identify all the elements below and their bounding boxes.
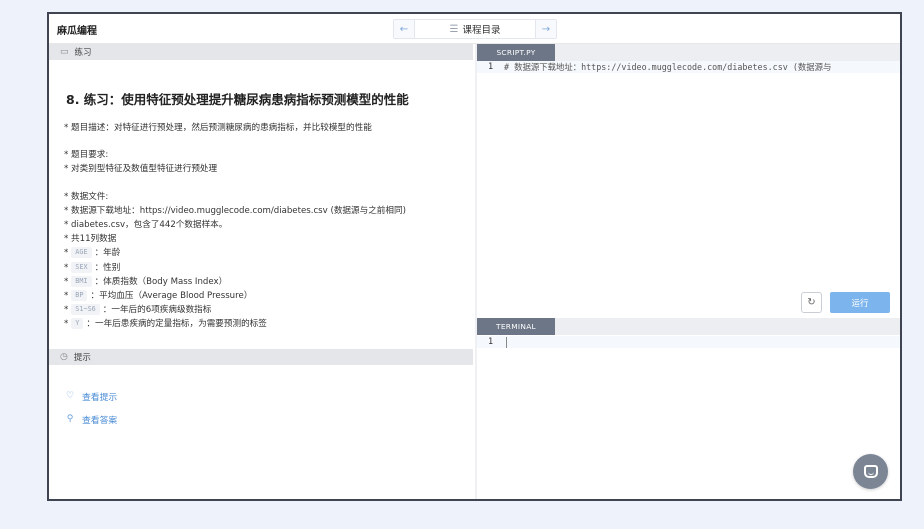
left-panel: ▭ 练习 8. 练习：使用特征预处理提升糖尿病患病指标预测模型的性能 * 题目描… <box>49 44 473 499</box>
description-line: * BP ：平均血压（Average Blood Pressure） <box>64 289 406 303</box>
terminal-active-line <box>477 336 900 348</box>
prev-button[interactable]: ← <box>394 20 414 38</box>
exercise-header: ▭ 练习 <box>49 44 473 60</box>
description-text: ：年龄 <box>94 248 121 259</box>
bullet: * <box>64 290 69 301</box>
description-line: * 共11列数据 <box>64 232 406 246</box>
description-text: * 对类别型特征及数值型特征进行预处理 <box>64 164 218 175</box>
terminal-area[interactable] <box>477 335 900 499</box>
field-code: S1~S6 <box>71 304 100 316</box>
description-line: * 数据文件: <box>64 190 406 204</box>
description-text: ：体质指数（Body Mass Index） <box>94 276 228 287</box>
key-icon: ⚲ <box>66 414 74 424</box>
field-code: BMI <box>71 275 92 287</box>
editor-line-number: 1 <box>488 62 494 72</box>
arrow-right-icon: → <box>541 23 551 35</box>
description-text: * 题目要求: <box>64 150 109 161</box>
description-line: * diabetes.csv，包含了442个数据样本。 <box>64 218 406 232</box>
field-code: BP <box>71 289 88 301</box>
course-menu-label: 课程目录 <box>462 25 501 36</box>
terminal-line-number: 1 <box>488 337 494 347</box>
description-text: * 数据文件: <box>64 191 109 202</box>
view-hint-label: 查看提示 <box>82 392 118 403</box>
description-line: * 数据源下载地址：https://video.mugglecode.com/d… <box>64 204 406 218</box>
tab-terminal[interactable]: TERMINAL <box>477 318 555 335</box>
lightbulb-icon: ♡ <box>65 391 75 401</box>
description-text: * diabetes.csv，包含了442个数据样本。 <box>64 219 228 230</box>
bullet: * <box>64 276 69 287</box>
view-answer-link[interactable]: ⚲ 查看答案 <box>65 412 118 426</box>
code-line[interactable]: # 数据源下载地址：https://video.mugglecode.com/d… <box>504 61 898 73</box>
chat-icon <box>863 465 878 478</box>
bullet: * <box>64 305 69 316</box>
description-line: * AGE ：年龄 <box>64 246 406 260</box>
field-code: Y <box>71 318 84 330</box>
view-hint-link[interactable]: ♡ 查看提示 <box>65 389 117 403</box>
description-line: * Y ：一年后患疾病的定量指标，为需要预测的标签 <box>64 317 406 331</box>
exercise-title: 8. 练习：使用特征预处理提升糖尿病患病指标预测模型的性能 <box>66 92 409 107</box>
hint-links: ♡ 查看提示 ⚲ 查看答案 <box>65 389 117 435</box>
field-code: SEX <box>71 261 92 273</box>
brand-title: 麻瓜编程 <box>57 26 97 37</box>
bullet: * <box>64 248 69 259</box>
exercise-icon: ▭ <box>60 47 69 57</box>
description-line <box>64 135 406 148</box>
tab-script-py[interactable]: SCRIPT.PY <box>477 44 555 61</box>
app-window: 麻瓜编程 ← ☰ 课程目录 → ▭ 练习 8. 练习：使用特征预处理提升糖尿病患… <box>47 12 902 501</box>
exercise-header-label: 练习 <box>74 48 92 58</box>
next-button[interactable]: → <box>536 20 556 38</box>
reset-button[interactable]: ↻ <box>801 292 822 313</box>
description-text: * 数据源下载地址：https://video.mugglecode.com/d… <box>64 205 406 216</box>
description-line: * 对类别型特征及数值型特征进行预处理 <box>64 162 406 176</box>
description-line: * BMI ：体质指数（Body Mass Index） <box>64 275 406 289</box>
exercise-description: * 题目描述：对特征进行预处理，然后预测糖尿病的患病指标，并比较模型的性能 * 题… <box>64 121 406 331</box>
description-text: ：性别 <box>94 262 121 273</box>
description-text: ：一年后的6项疾病级数指标 <box>102 305 212 316</box>
chat-button[interactable] <box>853 454 888 489</box>
description-text: ：一年后患疾病的定量指标，为需要预测的标签 <box>86 319 267 330</box>
description-line: * 题目描述：对特征进行预处理，然后预测糖尿病的患病指标，并比较模型的性能 <box>64 121 406 135</box>
arrow-left-icon: ← <box>399 23 409 35</box>
description-line: * SEX ：性别 <box>64 261 406 275</box>
description-text: ：平均血压（Average Blood Pressure） <box>90 290 253 301</box>
bullet: * <box>64 262 69 273</box>
clock-icon: ◷ <box>60 352 68 362</box>
list-icon: ☰ <box>449 23 459 35</box>
hint-header: ◷ 提示 <box>49 349 473 365</box>
terminal-cursor <box>506 337 507 348</box>
view-answer-label: 查看答案 <box>82 415 118 426</box>
hint-header-label: 提示 <box>73 353 91 363</box>
description-line: * S1~S6 ：一年后的6项疾病级数指标 <box>64 303 406 317</box>
field-code: AGE <box>71 247 92 259</box>
bullet: * <box>64 319 69 330</box>
hint-section: ◷ 提示 <box>49 349 473 365</box>
right-panel: SCRIPT.PY 1 # 数据源下载地址：https://video.mugg… <box>475 44 900 499</box>
description-text: * 共11列数据 <box>64 234 117 245</box>
course-nav: ← ☰ 课程目录 → <box>393 19 557 39</box>
description-text: * 题目描述：对特征进行预处理，然后预测糖尿病的患病指标，并比较模型的性能 <box>64 123 372 133</box>
refresh-icon: ↻ <box>807 297 816 308</box>
code-editor[interactable] <box>477 61 900 311</box>
top-bar: 麻瓜编程 ← ☰ 课程目录 → <box>49 14 900 44</box>
description-line <box>64 177 406 190</box>
description-line: * 题目要求: <box>64 148 406 162</box>
run-button[interactable]: 运行 <box>830 292 890 313</box>
course-menu-button[interactable]: ☰ 课程目录 <box>414 20 536 38</box>
